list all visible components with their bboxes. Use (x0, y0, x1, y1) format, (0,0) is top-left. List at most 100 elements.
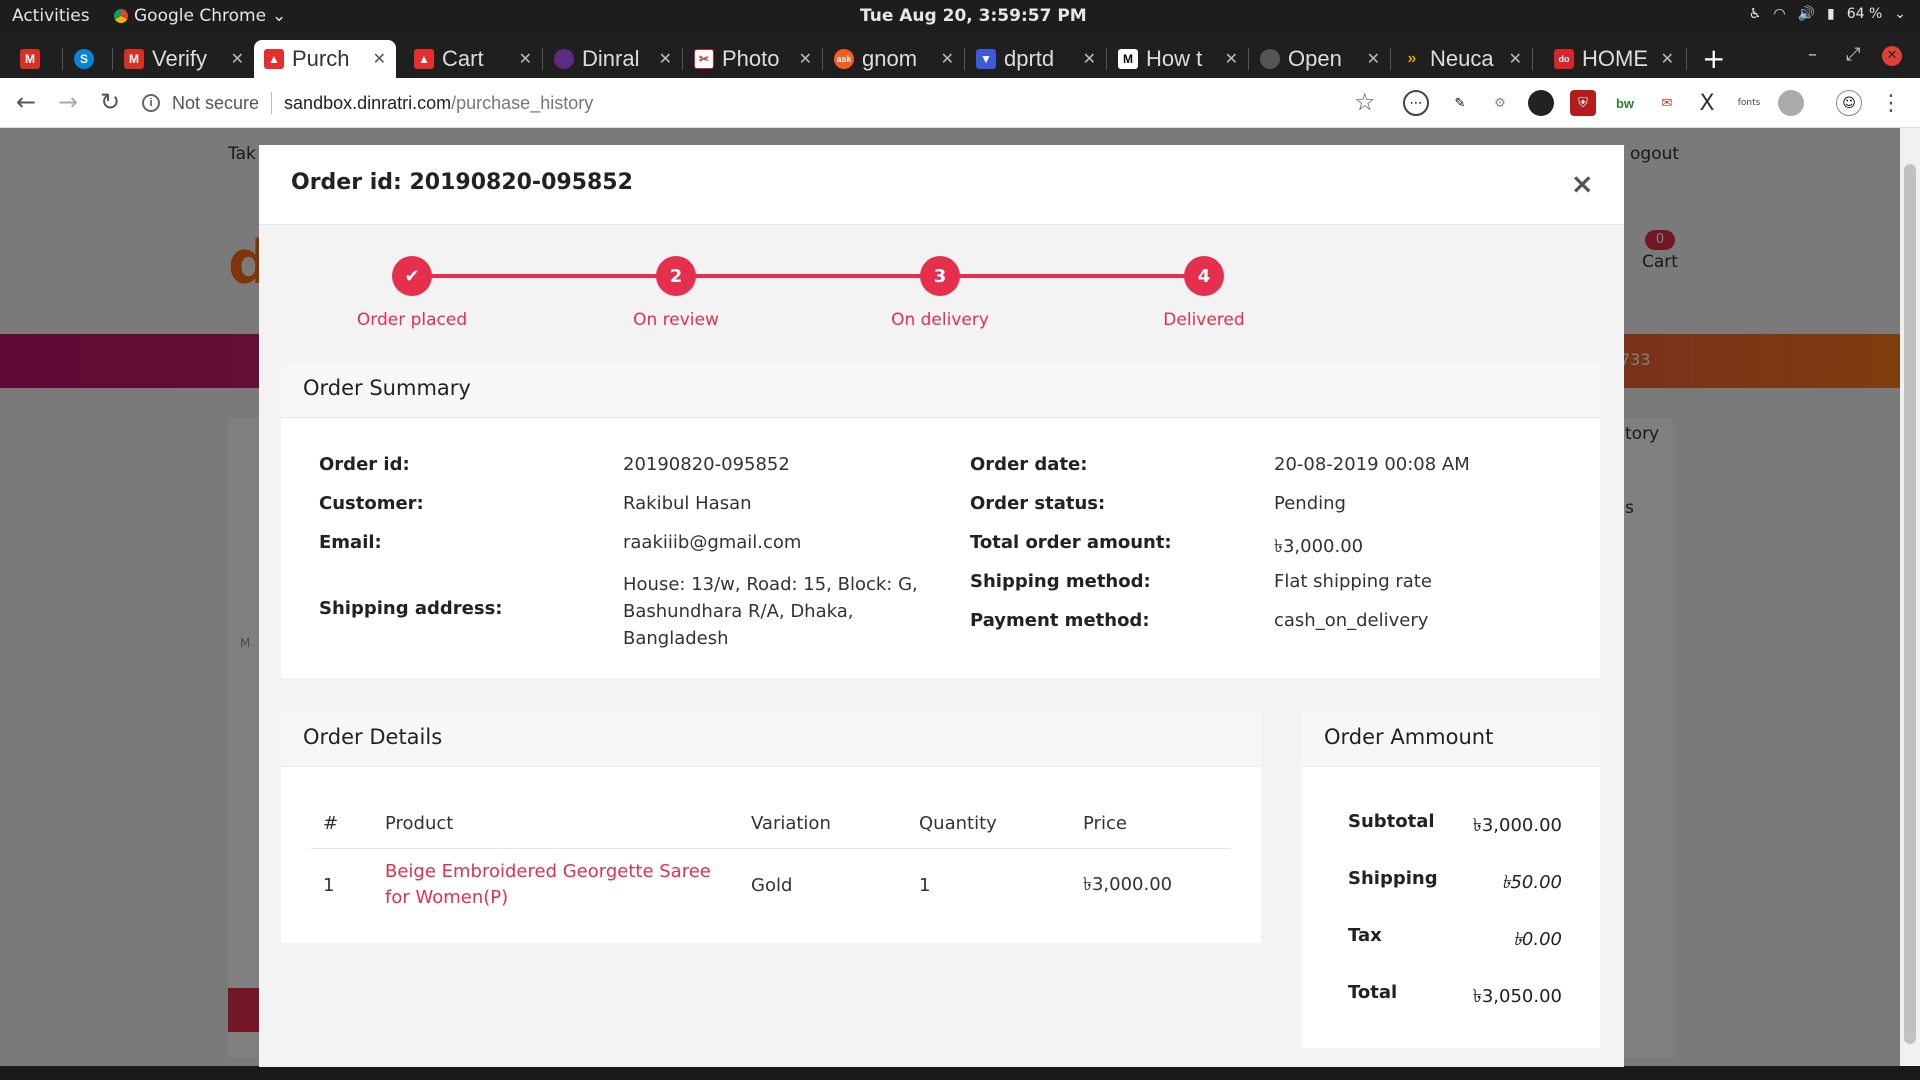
tab-skype[interactable]: S (64, 40, 114, 78)
minimize-button[interactable]: – (1808, 44, 1817, 65)
tab-gmail[interactable]: M (10, 40, 64, 78)
accessibility-icon[interactable]: ♿ (1749, 6, 1762, 22)
browser-toolbar: ← → ↻ i Not secure sandbox.dinratri.com … (0, 78, 1920, 128)
back-button[interactable]: ← (16, 88, 36, 116)
url-path[interactable]: /purchase_history (451, 93, 593, 114)
summary-shipping-method: Flat shipping rate (1274, 571, 1432, 592)
info-icon[interactable]: i (142, 94, 160, 112)
eyedropper-icon[interactable]: ✎ (1447, 90, 1473, 116)
tab-neuca[interactable]: » Neuca ✕ (1392, 40, 1532, 78)
summary-total-amount: ৳3,000.00 (1274, 536, 1364, 557)
amount-subtotal: Subtotal ৳3,000.00 (1348, 811, 1562, 836)
bag-icon: ▲ (264, 49, 284, 69)
close-tab-icon[interactable]: ✕ (1225, 49, 1238, 69)
ask-icon: ask (834, 49, 854, 69)
wifi-icon: ◠ (1773, 6, 1786, 22)
close-tab-icon[interactable]: ✕ (231, 49, 244, 69)
close-tab-icon[interactable]: ✕ (659, 49, 672, 69)
activities-button[interactable]: Activities (12, 6, 90, 26)
order-modal: Order id: 20190820-095852 × ✔ Order plac… (259, 145, 1624, 1067)
table-row: 1 Beige Embroidered Georgette Saree for … (323, 861, 1173, 909)
forward-button[interactable]: → (58, 88, 78, 116)
gear-icon[interactable]: ⚙ (1487, 90, 1513, 116)
order-amount-heading: Order Ammount (1302, 711, 1600, 767)
clock[interactable]: Tue Aug 20, 3:59:57 PM (860, 6, 1087, 26)
close-tab-icon[interactable]: ✕ (1083, 49, 1096, 69)
home-logo-icon: do (1554, 49, 1574, 69)
chrome-icon (114, 9, 128, 23)
product-link[interactable]: Beige Embroidered Georgette Saree for Wo… (385, 861, 711, 908)
summary-order-status: Pending (1274, 493, 1346, 514)
battery-percent: 64 % (1846, 6, 1883, 22)
tab-gnome[interactable]: ask gnom ✕ (824, 40, 964, 78)
tab-photo[interactable]: ✂ Photo ✕ (684, 40, 822, 78)
tab-dinratri[interactable]: Dinral ✕ (544, 40, 682, 78)
step-on-delivery: 3 On delivery (840, 256, 1040, 330)
close-tab-icon[interactable]: ✕ (941, 49, 954, 69)
summary-shipping-address: House: 13/w, Road: 15, Block: G, Bashund… (623, 574, 918, 649)
profile-avatar[interactable]: ☺ (1836, 90, 1862, 116)
bookmark-star-icon[interactable]: ☆ (1354, 88, 1376, 116)
page-scrollbar[interactable] (1900, 128, 1920, 1080)
close-tab-icon[interactable]: ✕ (1367, 49, 1380, 69)
security-label[interactable]: Not secure (172, 93, 259, 114)
gmail-icon: M (20, 49, 40, 69)
amount-shipping: Shipping ৳50.00 (1348, 868, 1562, 893)
shield-extension-icon[interactable]: ⛨ (1570, 90, 1596, 116)
color-picker-icon[interactable] (1528, 90, 1554, 116)
fonts-extension-icon[interactable]: fonts (1736, 90, 1762, 116)
tab-dprtd[interactable]: ▼ dprtd ✕ (966, 40, 1106, 78)
skype-icon: S (74, 49, 94, 69)
app-menu[interactable]: Google Chrome ⌄ (114, 6, 286, 26)
order-details-table: # Product Variation Quantity Price 1 Bei… (311, 803, 1231, 921)
url-host[interactable]: sandbox.dinratri.com (284, 93, 451, 114)
tab-open[interactable]: Open ✕ (1250, 40, 1390, 78)
reload-button[interactable]: ↻ (100, 88, 120, 116)
menu-kebab-icon[interactable]: ⋮ (1878, 90, 1904, 116)
window-close-button[interactable]: ✕ (1882, 46, 1902, 66)
tab-cart[interactable]: ▲ Cart ✕ (404, 40, 542, 78)
amount-tax: Tax ৳0.00 (1348, 925, 1562, 950)
tab-home[interactable]: do HOME ✕ (1544, 40, 1684, 78)
chevron-down-icon[interactable]: ⌄ (1894, 6, 1906, 22)
close-tab-icon[interactable]: ✕ (799, 49, 812, 69)
modal-title: Order id: 20190820-095852 (291, 170, 633, 195)
tab-purchase-history[interactable]: ▲ Purch ✕ (254, 40, 396, 78)
shield-icon: ▼ (976, 49, 996, 69)
summary-payment-method: cash_on_delivery (1274, 610, 1429, 631)
chevron-down-icon: ⌄ (272, 6, 287, 26)
gmail-icon: M (124, 49, 144, 69)
summary-email: raakiiib@gmail.com (623, 532, 802, 553)
new-tab-button[interactable]: + (1702, 42, 1725, 75)
x-extension-icon[interactable]: X (1694, 90, 1720, 116)
volume-icon: 🔊 (1797, 6, 1815, 22)
system-tray[interactable]: ♿ ◠ 🔊 ▮ 64 % ⌄ (1749, 6, 1906, 22)
close-tab-icon[interactable]: ✕ (519, 49, 532, 69)
close-icon[interactable]: × (1571, 167, 1594, 200)
globe-icon (1260, 49, 1280, 69)
step-on-review: 2 On review (576, 256, 776, 330)
address-bar[interactable]: i Not secure sandbox.dinratri.com /purch… (142, 86, 1382, 120)
close-tab-icon[interactable]: ✕ (1661, 49, 1674, 69)
maximize-button[interactable]: ⤢ (1846, 44, 1860, 65)
modal-header: Order id: 20190820-095852 × (259, 145, 1624, 225)
tab-verify[interactable]: M Verify ✕ (114, 40, 254, 78)
order-details-heading: Order Details (281, 711, 1261, 767)
progress-line (411, 274, 1203, 278)
step-delivered: 4 Delivered (1104, 256, 1304, 330)
mail-extension-icon[interactable]: ✉ (1654, 90, 1680, 116)
bag-icon: ▲ (414, 49, 434, 69)
neuca-icon: » (1407, 50, 1417, 67)
tab-how-to[interactable]: M How t ✕ (1108, 40, 1248, 78)
close-tab-icon[interactable]: ✕ (1509, 49, 1522, 69)
dinratri-icon (554, 49, 574, 69)
close-tab-icon[interactable]: ✕ (373, 49, 386, 69)
grey-extension-icon[interactable] (1778, 90, 1804, 116)
summary-customer: Rakibul Hasan (623, 493, 752, 514)
scissors-icon: ✂ (694, 49, 714, 69)
extension-icon[interactable]: ⋯ (1403, 90, 1429, 116)
check-icon: ✔ (392, 256, 432, 296)
order-summary-heading: Order Summary (281, 362, 1600, 418)
bw-extension-icon[interactable]: bw (1612, 90, 1638, 116)
order-summary-panel: Order Summary Order id: 20190820-095852 … (281, 362, 1600, 678)
